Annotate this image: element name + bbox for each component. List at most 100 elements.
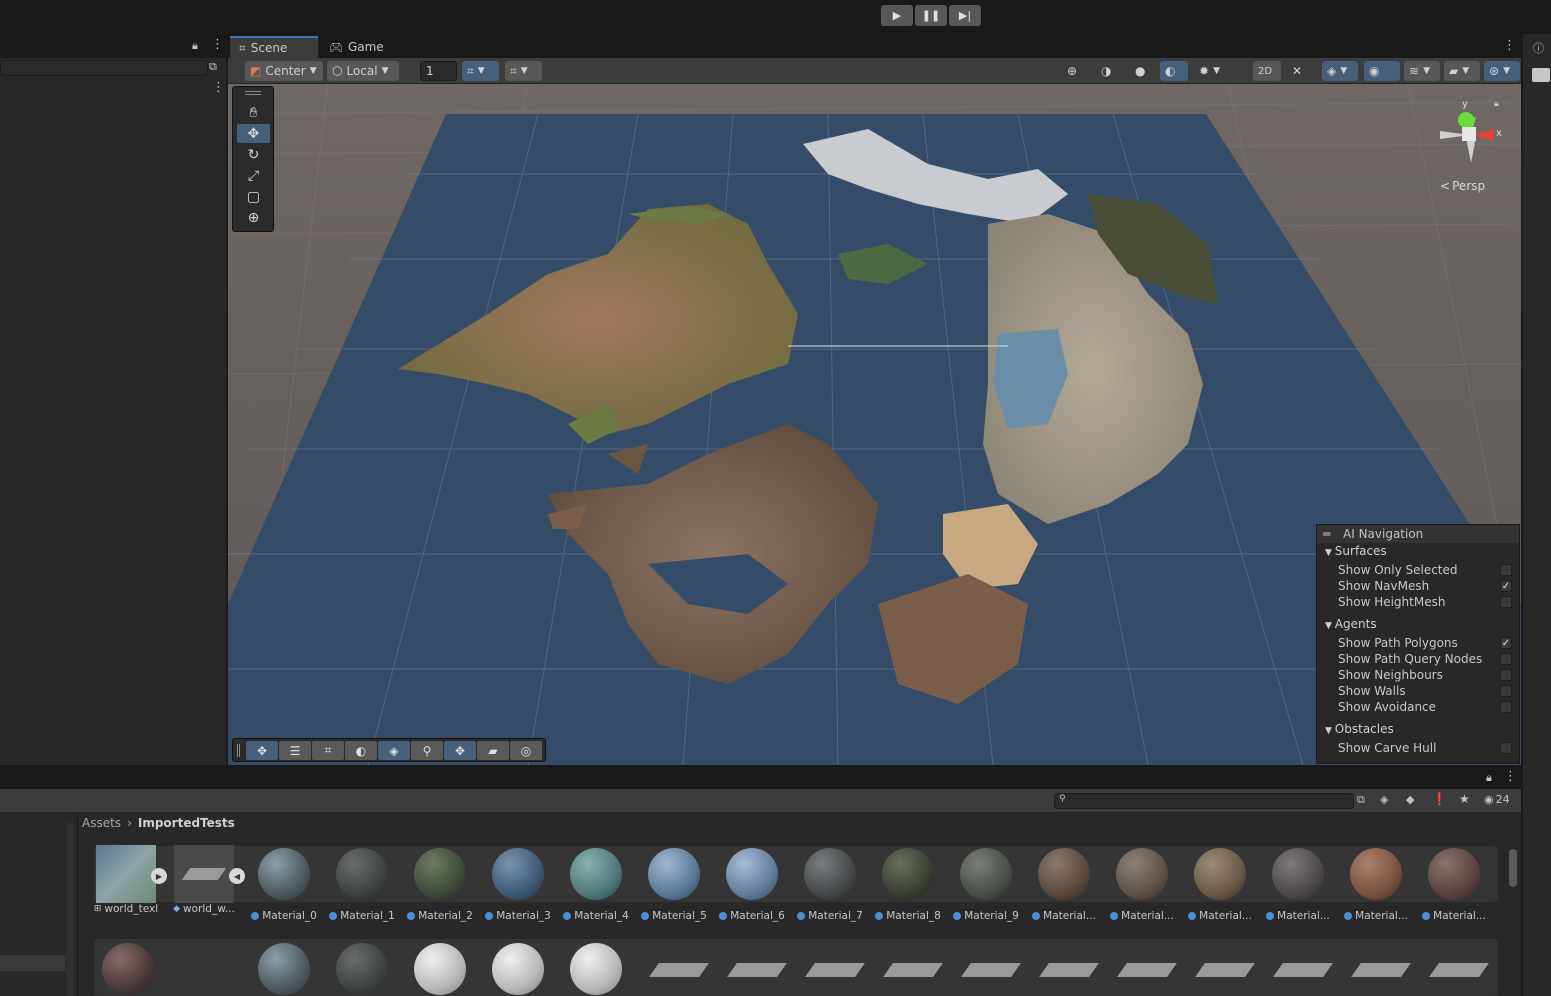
project-search-input[interactable]: ⚲ (1054, 793, 1354, 809)
mesh-preview-plane[interactable] (1039, 963, 1099, 977)
shading-wireframe-button[interactable]: ⊕ (1062, 61, 1090, 81)
overlay-layers-button[interactable]: ◈ (378, 741, 410, 760)
material-asset[interactable]: Material... (1262, 848, 1334, 922)
increment-snap-toggle[interactable]: ⌗ ▼ (505, 61, 542, 81)
overlay-grid-button[interactable]: ⌗ (312, 741, 344, 760)
material-preview-sphere[interactable] (336, 943, 388, 995)
scale-tool-button[interactable]: ⤢ (237, 166, 270, 185)
rect-tool-button[interactable]: ▢ (237, 187, 270, 206)
folder-icon[interactable] (1532, 68, 1550, 82)
show-walls-checkbox[interactable] (1500, 685, 1512, 697)
material-preview-sphere[interactable] (492, 943, 544, 995)
mesh-preview-plane[interactable] (1429, 963, 1489, 977)
filter-type-icon[interactable]: ◈ (1380, 793, 1388, 806)
debug-draw-dropdown[interactable]: ✹ ▼ (1194, 61, 1230, 81)
lock-icon[interactable]: 🔒︎ (1486, 771, 1492, 785)
lock-icon[interactable]: 🔒︎ (1494, 99, 1499, 109)
layers-effects-dropdown[interactable]: ◈ ▼ (1322, 61, 1358, 81)
section-agents[interactable]: ▼ Agents (1325, 617, 1377, 631)
drag-handle[interactable] (237, 744, 240, 757)
overlay-camera-button[interactable]: ▰ (477, 741, 509, 760)
step-button[interactable]: ▶| (949, 5, 981, 26)
show-heightmesh-checkbox[interactable] (1500, 596, 1512, 608)
material-asset[interactable]: Material_9 (950, 848, 1022, 922)
tab-scene[interactable]: ⌗ Scene (230, 36, 318, 58)
hierarchy-search-input[interactable] (0, 60, 208, 76)
shading-shaded-button[interactable]: ● (1130, 61, 1158, 81)
material-asset[interactable]: Material_3 (482, 848, 554, 922)
collapse-subassets-button[interactable]: ◀ (229, 868, 245, 884)
material-asset[interactable]: Material... (1106, 848, 1178, 922)
material-preview-sphere[interactable] (258, 943, 310, 995)
overlay-search-button[interactable]: ⚲ (411, 741, 443, 760)
expand-subassets-button[interactable]: ▶ (151, 868, 167, 884)
more-menu-icon[interactable]: ⋮ (1504, 769, 1517, 784)
drag-handle[interactable] (245, 91, 261, 95)
space-dropdown[interactable]: ⬡ Local ▼ (327, 61, 399, 81)
ai-navigation-title[interactable]: ═ AI Navigation (1317, 525, 1519, 543)
material-asset[interactable]: Material... (1418, 848, 1490, 922)
show-path-query-nodes-checkbox[interactable] (1500, 653, 1512, 665)
tab-game[interactable]: 🎮︎ Game (320, 36, 390, 58)
shading-shaded-wireframe-button[interactable]: ◑ (1096, 61, 1124, 81)
show-carve-hull-checkbox[interactable] (1500, 742, 1512, 754)
material-asset[interactable]: Material... (1340, 848, 1412, 922)
breadcrumb-assets[interactable]: Assets (82, 816, 121, 830)
move-tool-button[interactable]: ✥ (237, 124, 270, 143)
scrollbar-thumb[interactable] (1509, 849, 1517, 887)
scene-more-icon[interactable]: ⋮ (1503, 38, 1516, 53)
2d-toggle[interactable]: 2D (1253, 61, 1281, 81)
lighting-toggle[interactable]: ✕ (1287, 61, 1315, 81)
mesh-preview-plane[interactable] (961, 963, 1021, 977)
projection-toggle[interactable]: < Persp (1440, 179, 1485, 193)
info-icon[interactable]: ⓘ (1533, 40, 1544, 56)
lock-icon[interactable]: 🔒︎ (192, 39, 198, 53)
show-path-polygons-checkbox[interactable]: ✓ (1500, 637, 1512, 649)
gizmos-dropdown[interactable]: ⊛ ▼ (1484, 61, 1520, 81)
overlay-move-button[interactable]: ✥ (246, 741, 278, 760)
more-menu-icon[interactable]: ⋮ (211, 37, 224, 52)
hierarchy-menu-icon[interactable]: ⋮ (212, 80, 225, 95)
mesh-preview-plane[interactable] (1273, 963, 1333, 977)
visibility-toggle[interactable]: ◉ (1364, 61, 1400, 81)
rotate-tool-button[interactable]: ↻ (237, 145, 270, 164)
mesh-preview-plane[interactable] (727, 963, 787, 977)
material-asset[interactable]: Material... (1028, 848, 1100, 922)
material-asset[interactable]: Material_1 (326, 848, 398, 922)
material-asset[interactable]: Material_2 (404, 848, 476, 922)
material-asset[interactable]: Material_0 (248, 848, 320, 922)
asset-scrollbar[interactable] (1508, 837, 1518, 996)
pause-button[interactable]: ❚❚ (915, 5, 947, 26)
camera-dropdown[interactable]: ▰ ▼ (1444, 61, 1480, 81)
material-asset[interactable]: Material_5 (638, 848, 710, 922)
mesh-preview-plane[interactable] (1117, 963, 1177, 977)
material-preview-sphere[interactable] (414, 943, 466, 995)
transform-tool-button[interactable]: ⊕ (237, 208, 270, 227)
folder-tree-selected-row[interactable] (0, 955, 65, 971)
overlay-navigation-button[interactable]: ✥ (444, 741, 476, 760)
show-only-selected-checkbox[interactable] (1500, 564, 1512, 576)
mesh-preview-plane[interactable] (1195, 963, 1255, 977)
material-asset[interactable]: Material_4 (560, 848, 632, 922)
folder-tree-scrollbar[interactable] (66, 823, 74, 996)
search-scope-icon[interactable]: ⧉ (1357, 793, 1365, 807)
pivot-dropdown[interactable]: ◩ Center ▼ (245, 61, 323, 81)
filter-label-icon[interactable]: ◆ (1406, 793, 1414, 806)
play-button[interactable]: ▶ (881, 5, 913, 26)
overlay-settings-button[interactable]: ☰ (279, 741, 311, 760)
breadcrumb-imported-tests[interactable]: ImportedTests (138, 816, 235, 830)
material-asset[interactable]: Material_7 (794, 848, 866, 922)
mesh-preview-plane[interactable] (1351, 963, 1411, 977)
search-options-icon[interactable]: ⧉ (209, 60, 217, 74)
mesh-preview-plane[interactable] (649, 963, 709, 977)
material-preview-sphere[interactable] (102, 943, 154, 995)
orientation-gizmo[interactable]: y x 🔒︎ < Persp (1432, 95, 1512, 195)
show-navmesh-checkbox[interactable]: ✓ (1500, 580, 1512, 592)
overlay-shading-button[interactable]: ◐ (345, 741, 377, 760)
show-avoidance-checkbox[interactable] (1500, 701, 1512, 713)
shading-unlit-button[interactable]: ◐ (1160, 61, 1188, 81)
mesh-preview-plane[interactable] (805, 963, 865, 977)
section-obstacles[interactable]: ▼ Obstacles (1325, 722, 1394, 736)
material-preview-sphere[interactable] (570, 943, 622, 995)
project-folder-tree[interactable] (0, 813, 78, 996)
